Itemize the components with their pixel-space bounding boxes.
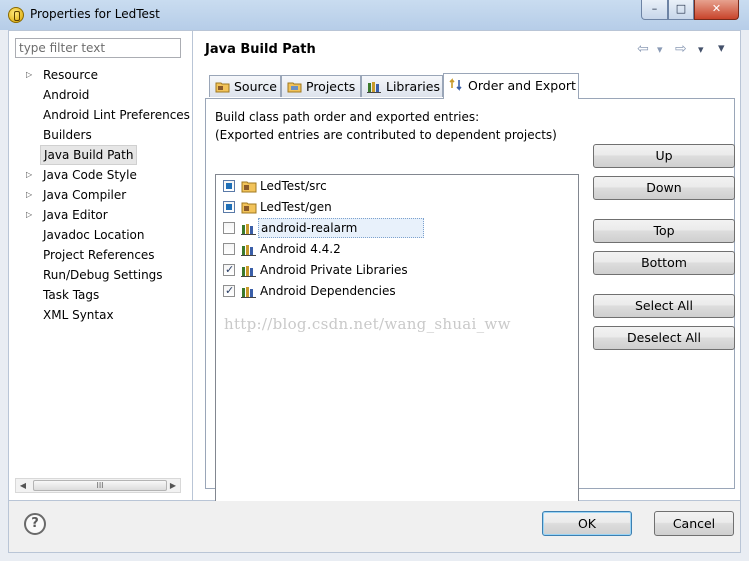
bottom-button[interactable]: Bottom: [593, 251, 735, 275]
tab-label: Projects: [306, 79, 356, 94]
scroll-right-icon[interactable]: ▶: [166, 479, 180, 492]
tree-item-label: Java Code Style: [43, 168, 137, 182]
maximize-button[interactable]: □: [668, 0, 694, 20]
filter-input[interactable]: [15, 38, 181, 58]
select-all-button[interactable]: Select All: [593, 294, 735, 318]
tab-source[interactable]: Source: [209, 75, 281, 97]
export-checkbox[interactable]: [223, 243, 235, 255]
forward-menu-icon[interactable]: ▾: [698, 43, 704, 56]
tree-item-label: Task Tags: [43, 288, 100, 302]
title-bar[interactable]: Properties for LedTest – □ ✕: [0, 0, 749, 30]
tree-item-label: Java Build Path: [40, 145, 138, 165]
expand-arrow-icon[interactable]: ▷: [26, 165, 36, 185]
export-checkbox[interactable]: [223, 222, 235, 234]
tab-libraries[interactable]: Libraries: [361, 75, 443, 97]
tree-item-label: Builders: [43, 128, 92, 142]
back-menu-icon[interactable]: ▾: [657, 43, 663, 56]
help-icon[interactable]: ?: [24, 513, 46, 535]
tree-item-label: Resource: [43, 68, 99, 82]
library-icon: [241, 287, 256, 298]
tab-label: Libraries: [386, 79, 440, 94]
horizontal-scrollbar[interactable]: ◀ III ▶: [15, 478, 181, 493]
classpath-entries-list[interactable]: LedTest/src LedTest/gen android-realarm And…: [215, 174, 579, 511]
minimize-button[interactable]: –: [641, 0, 668, 20]
library-icon: [241, 245, 256, 256]
tree-item-label: Java Editor: [43, 208, 108, 222]
description-line-1: Build class path order and exported entr…: [215, 110, 480, 124]
tree-item-label: Android: [43, 88, 90, 102]
top-button[interactable]: Top: [593, 219, 735, 243]
down-button[interactable]: Down: [593, 176, 735, 200]
tree-item-label: XML Syntax: [43, 308, 114, 322]
expand-arrow-icon[interactable]: ▷: [26, 185, 36, 205]
page-title: Java Build Path: [205, 42, 316, 57]
export-checkbox[interactable]: [223, 281, 235, 301]
cancel-button[interactable]: Cancel: [654, 511, 734, 536]
libraries-icon: [367, 82, 381, 93]
tab-label: Source: [234, 79, 277, 94]
entry-label: Android 4.4.2: [260, 242, 341, 256]
back-arrow-icon[interactable]: ⇦: [637, 41, 649, 57]
source-folder-icon: [215, 82, 230, 93]
tree-item-label: Java Compiler: [43, 188, 127, 202]
source-folder-icon: [241, 181, 257, 193]
up-button[interactable]: Up: [593, 144, 735, 168]
tree-item-label: Run/Debug Settings: [43, 268, 163, 282]
scroll-left-icon[interactable]: ◀: [16, 479, 30, 492]
window-title: Properties for LedTest: [30, 7, 160, 21]
expand-arrow-icon[interactable]: ▷: [26, 65, 36, 85]
watermark-text: http://blog.csdn.net/wang_shuai_ww: [224, 315, 511, 333]
export-checkbox[interactable]: [223, 201, 235, 213]
tree-item-label: Android Lint Preferences: [43, 108, 190, 122]
properties-window: Properties for LedTest – □ ✕ ▷ Resource An…: [0, 0, 749, 561]
app-icon: [8, 7, 24, 23]
close-button[interactable]: ✕: [694, 0, 739, 20]
dialog-content: ▷ Resource Android Android Lint Preferences…: [8, 30, 741, 511]
entry-label: LedTest/src: [260, 179, 327, 193]
ok-button[interactable]: OK: [542, 511, 632, 536]
tab-order-and-export[interactable]: Order and Export: [443, 73, 579, 99]
library-icon: [241, 224, 256, 235]
deselect-all-button[interactable]: Deselect All: [593, 326, 735, 350]
source-folder-icon: [241, 202, 257, 214]
entry-label: LedTest/gen: [260, 200, 332, 214]
expand-arrow-icon[interactable]: ▷: [26, 205, 36, 225]
export-checkbox[interactable]: [223, 260, 235, 280]
order-export-icon: [449, 78, 462, 91]
tab-label: Order and Export: [468, 78, 576, 93]
projects-icon: [287, 82, 302, 93]
tab-projects[interactable]: Projects: [281, 75, 361, 97]
description-line-2: (Exported entries are contributed to dep…: [215, 128, 557, 142]
view-menu-icon[interactable]: ▾: [718, 41, 725, 56]
entry-label: Android Dependencies: [260, 284, 396, 298]
tree-item-label: Javadoc Location: [43, 228, 145, 242]
build-path-tabs: Source Projects Libraries Order and Expo…: [205, 73, 735, 511]
dialog-footer: ? OK Cancel: [8, 501, 741, 553]
forward-arrow-icon[interactable]: ⇨: [675, 41, 687, 57]
entry-label: android-realarm: [258, 218, 424, 238]
entry-label: Android Private Libraries: [260, 263, 408, 277]
library-icon: [241, 266, 256, 277]
preference-tree-pane: ▷ Resource Android Android Lint Preferences…: [9, 31, 193, 500]
scroll-thumb[interactable]: III: [33, 480, 167, 491]
tree-item-label: Project References: [43, 248, 155, 262]
export-checkbox[interactable]: [223, 180, 235, 192]
